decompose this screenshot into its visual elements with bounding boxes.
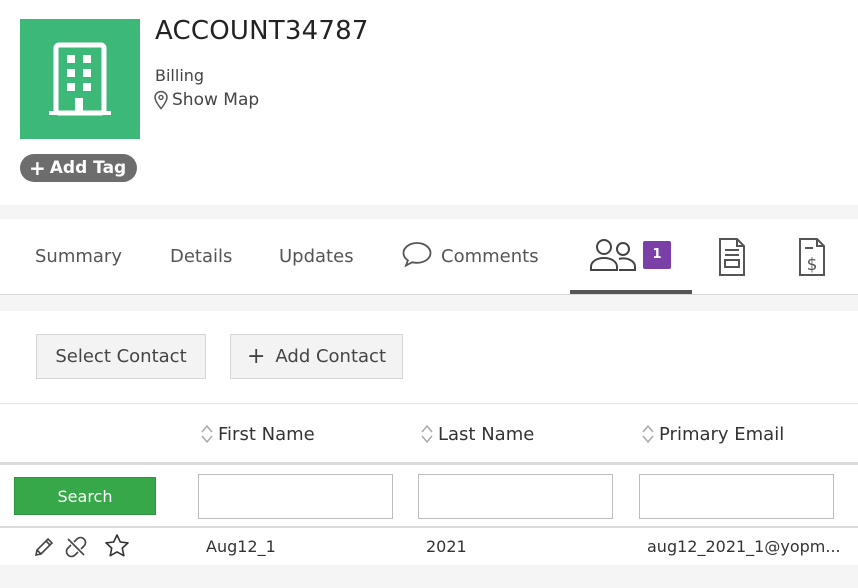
column-header-primary-email[interactable]: Primary Email [641, 404, 784, 464]
account-avatar [20, 19, 140, 139]
plus-icon: + [29, 156, 46, 180]
add-tag-button[interactable]: + Add Tag [20, 154, 138, 182]
contacts-table-header: First Name Last Name Primary Email [0, 403, 858, 465]
account-type: Billing [155, 66, 205, 85]
star-icon[interactable] [104, 533, 130, 559]
account-page: ACCOUNT34787 Billing Show Map + Add Tag … [0, 0, 858, 588]
account-name: ACCOUNT34787 [155, 16, 369, 46]
building-icon [49, 42, 111, 116]
plus-icon: + [246, 343, 266, 369]
contacts-icon [590, 238, 636, 271]
tab-comments[interactable]: Comments [401, 219, 539, 294]
cell-primary-email: aug12_2021_1@yopm... [647, 537, 841, 556]
comment-icon [402, 241, 432, 267]
first-name-filter-input[interactable] [198, 474, 393, 519]
unlink-icon[interactable] [65, 536, 87, 558]
column-header-first-name[interactable]: First Name [200, 404, 315, 464]
table-row[interactable]: Aug12_1 2021 aug12_2021_1@yopm... [0, 528, 858, 565]
section-divider [0, 295, 858, 311]
column-header-last-name[interactable]: Last Name [420, 404, 534, 464]
tab-comments-label: Comments [441, 246, 539, 267]
tab-contacts[interactable]: 1 [570, 219, 692, 294]
invoice-dollar-icon: $ [799, 237, 825, 276]
tab-invoices[interactable]: $ [796, 219, 828, 294]
last-name-filter-input[interactable] [418, 474, 613, 519]
column-label: First Name [218, 423, 315, 445]
add-tag-label: Add Tag [49, 158, 127, 178]
add-contact-label: Add Contact [275, 346, 387, 367]
column-label: Last Name [438, 423, 535, 445]
map-pin-icon [154, 90, 168, 110]
select-contact-label: Select Contact [55, 346, 187, 367]
tab-details[interactable]: Details [170, 219, 232, 294]
edit-pencil-icon[interactable] [33, 536, 55, 558]
tab-updates-label: Updates [279, 246, 354, 267]
cell-first-name: Aug12_1 [206, 537, 276, 556]
cell-last-name: 2021 [426, 537, 467, 556]
search-label: Search [57, 486, 113, 506]
tab-summary[interactable]: Summary [35, 219, 122, 294]
tab-bar: Summary Details Updates Comments 1 $ [0, 219, 858, 295]
tab-details-label: Details [170, 246, 233, 267]
sort-icon [421, 424, 433, 444]
sort-icon [642, 424, 654, 444]
contacts-count-badge: 1 [643, 240, 671, 269]
primary-email-filter-input[interactable] [639, 474, 834, 519]
table-footer-band [0, 565, 858, 588]
section-divider [0, 205, 858, 219]
tab-documents[interactable] [716, 219, 748, 294]
tab-updates[interactable]: Updates [279, 219, 354, 294]
document-icon [719, 237, 745, 276]
sort-icon [201, 424, 213, 444]
filter-row: Search [0, 465, 858, 528]
select-contact-button[interactable]: Select Contact [36, 334, 206, 379]
add-contact-button[interactable]: + Add Contact [230, 334, 403, 379]
tab-summary-label: Summary [35, 246, 122, 267]
show-map-label: Show Map [172, 90, 260, 110]
column-label: Primary Email [659, 423, 785, 445]
svg-text:$: $ [807, 255, 818, 275]
show-map-link[interactable]: Show Map [153, 90, 259, 110]
account-header: ACCOUNT34787 Billing Show Map + Add Tag [0, 0, 858, 205]
search-button[interactable]: Search [14, 477, 156, 515]
